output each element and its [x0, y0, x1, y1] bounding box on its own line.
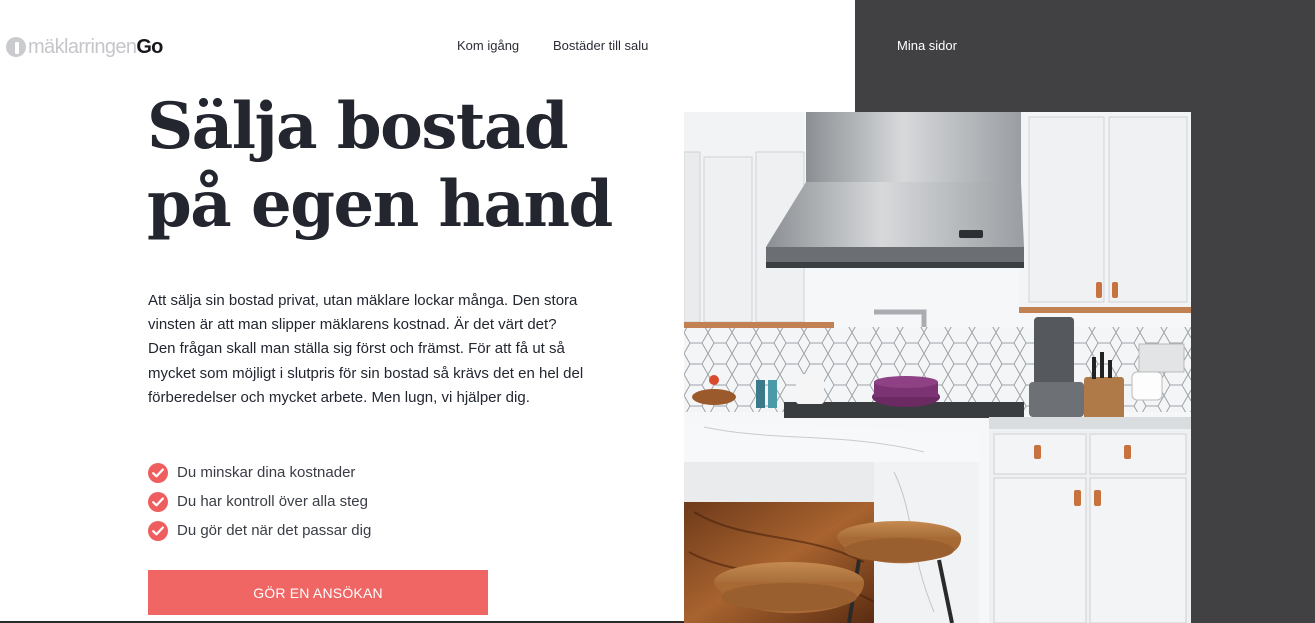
- benefit-text: Du minskar dina kostnader: [177, 464, 356, 481]
- check-circle-icon: [148, 462, 168, 483]
- benefit-list: Du minskar dina kostnader Du har kontrol…: [148, 458, 371, 545]
- benefit-item: Du gör det när det passar dig: [148, 516, 371, 545]
- maklarringen-logo-icon: [6, 37, 26, 57]
- intro-paragraph: Att sälja sin bostad privat, utan mäklar…: [148, 292, 584, 406]
- nav-kom-igang[interactable]: Kom igång: [457, 38, 519, 53]
- site-logo[interactable]: mäklarringen Go: [6, 34, 163, 60]
- page-title: Sälja bostad på egen hand: [147, 88, 667, 244]
- benefit-item: Du minskar dina kostnader: [148, 458, 371, 487]
- benefit-text: Du gör det när det passar dig: [177, 522, 372, 539]
- benefit-text: Du har kontroll över alla steg: [177, 493, 368, 510]
- check-circle-icon: [148, 491, 168, 512]
- nav-mina-sidor[interactable]: Mina sidor: [897, 38, 957, 53]
- logo-suffix: Go: [136, 35, 163, 58]
- apply-button[interactable]: GÖR EN ANSÖKAN: [148, 570, 488, 615]
- logo-text: mäklarringen: [28, 35, 137, 58]
- kitchen-photo: [684, 112, 1191, 623]
- title-line-2: på egen hand: [147, 167, 613, 242]
- benefit-item: Du har kontroll över alla steg: [148, 487, 371, 516]
- check-circle-icon: [148, 520, 168, 541]
- title-line-1: Sälja bostad: [147, 89, 569, 164]
- nav-bostader-till-salu[interactable]: Bostäder till salu: [553, 38, 648, 53]
